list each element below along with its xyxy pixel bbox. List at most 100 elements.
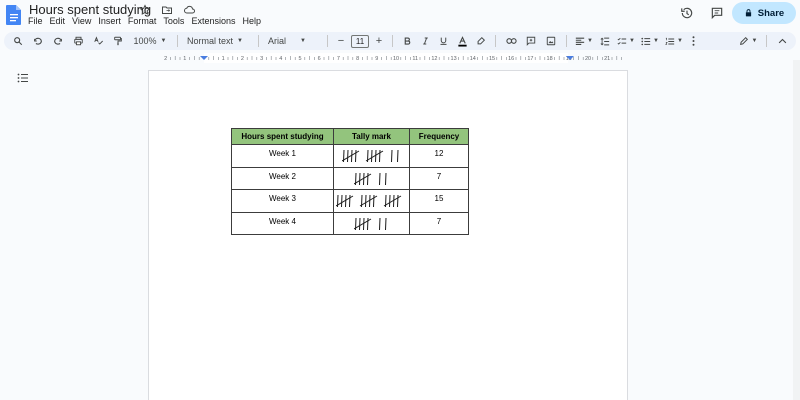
frequency-table[interactable]: Hours spent studying Tally mark Frequenc…: [231, 128, 469, 235]
text-color-icon[interactable]: [452, 33, 472, 49]
week-cell[interactable]: Week 3: [231, 189, 334, 213]
highlight-color-icon[interactable]: [472, 33, 490, 49]
ruler-number: 2: [164, 56, 167, 62]
spellcheck-icon[interactable]: [88, 33, 108, 49]
search-menus-icon[interactable]: [8, 33, 28, 49]
chevron-down-icon: ▼: [160, 38, 167, 44]
more-options-icon[interactable]: [686, 33, 700, 49]
document-page[interactable]: [148, 70, 628, 400]
tally-stroke: [396, 149, 398, 163]
share-button[interactable]: Share: [732, 2, 796, 24]
ruler-number: 13: [451, 56, 457, 62]
align-dropdown[interactable]: ▼: [572, 33, 596, 49]
document-outline-icon[interactable]: [17, 73, 29, 83]
tally-cross-stroke: [335, 195, 353, 207]
undo-icon[interactable]: [28, 33, 48, 49]
menu-help[interactable]: Help: [242, 16, 265, 26]
toolbar-divider: [566, 35, 567, 47]
zoom-dropdown[interactable]: 100% ▼: [128, 33, 172, 49]
tally-stroke: [362, 172, 364, 185]
week-cell[interactable]: Week 1: [231, 144, 334, 168]
frequency-cell[interactable]: 7: [409, 166, 469, 190]
table-row: Week 2 7: [231, 166, 469, 190]
tally-cell[interactable]: [333, 211, 410, 235]
menu-insert[interactable]: Insert: [98, 16, 125, 26]
column-header[interactable]: Hours spent studying: [231, 128, 334, 145]
toolbar-divider: [177, 35, 178, 47]
ruler-number: 12: [431, 56, 437, 62]
editing-mode-dropdown[interactable]: ▼: [735, 33, 761, 49]
tally-stroke: [378, 217, 380, 230]
paint-format-icon[interactable]: [108, 33, 128, 49]
checklist-dropdown[interactable]: ▼: [614, 33, 638, 49]
frequency-cell[interactable]: 7: [409, 211, 469, 235]
tally-stroke: [370, 149, 372, 163]
underline-icon[interactable]: [434, 33, 452, 49]
menu-edit[interactable]: Edit: [50, 16, 70, 26]
tally-cell[interactable]: [333, 189, 410, 213]
font-dropdown[interactable]: Arial ▼: [264, 33, 322, 49]
decrease-font-size-button[interactable]: −: [333, 33, 349, 49]
column-header[interactable]: Frequency: [409, 128, 469, 145]
tally-stroke: [390, 149, 392, 163]
font-size-input[interactable]: 11: [351, 34, 369, 48]
ruler-number: 9: [375, 56, 378, 62]
ruler-number: 8: [356, 56, 359, 62]
collapse-menus-icon[interactable]: [772, 33, 792, 49]
numbered-list-dropdown[interactable]: ▼: [662, 33, 686, 49]
toolbar-divider: [495, 35, 496, 47]
vertical-scrollbar[interactable]: [793, 60, 800, 400]
table-row: Week 3 15: [231, 189, 469, 213]
tally-cell[interactable]: [333, 144, 410, 168]
tally-stroke: [378, 149, 380, 163]
comments-icon[interactable]: [710, 6, 724, 20]
italic-icon[interactable]: [416, 33, 434, 49]
column-header[interactable]: Tally mark: [333, 128, 410, 145]
table-row: Week 1 12: [231, 144, 469, 168]
chevron-down-icon: ▼: [237, 38, 243, 44]
checklist-icon: [617, 37, 627, 45]
redo-icon[interactable]: [48, 33, 68, 49]
bulleted-list-dropdown[interactable]: ▼: [638, 33, 662, 49]
zoom-value: 100%: [133, 36, 157, 46]
menu-bar: File Edit View Insert Format Tools Exten…: [28, 16, 268, 26]
pencil-icon: [739, 36, 748, 45]
app-header: Hours spent studying File Edit View Inse…: [0, 0, 800, 30]
insert-link-icon[interactable]: [501, 33, 521, 49]
document-title[interactable]: Hours spent studying: [29, 2, 151, 17]
paragraph-style-dropdown[interactable]: Normal text ▼: [183, 33, 253, 49]
tally-stroke: [358, 172, 360, 185]
menu-file[interactable]: File: [28, 16, 47, 26]
frequency-cell[interactable]: 15: [409, 189, 469, 213]
insert-image-icon[interactable]: [541, 33, 561, 49]
increase-font-size-button[interactable]: +: [371, 33, 387, 49]
menu-extensions[interactable]: Extensions: [191, 16, 239, 26]
menu-tools[interactable]: Tools: [163, 16, 188, 26]
add-comment-icon[interactable]: [521, 33, 541, 49]
numbered-list-icon: [665, 37, 675, 45]
bulleted-list-icon: [641, 37, 651, 45]
tally-cell[interactable]: [333, 166, 410, 190]
line-spacing-icon[interactable]: [596, 33, 614, 49]
star-icon[interactable]: [139, 3, 153, 17]
docs-logo-icon[interactable]: [6, 4, 22, 26]
tally-stroke: [346, 149, 348, 163]
version-history-icon[interactable]: [680, 6, 694, 20]
frequency-cell[interactable]: 12: [409, 144, 469, 168]
print-icon[interactable]: [68, 33, 88, 49]
bold-icon[interactable]: [398, 33, 416, 49]
tally-stroke: [340, 194, 342, 208]
week-cell[interactable]: Week 2: [231, 166, 334, 190]
tally-stroke: [378, 172, 380, 185]
tally-stroke: [366, 217, 368, 230]
tally-stroke: [388, 194, 390, 208]
tally-stroke: [348, 194, 350, 208]
cloud-status-icon[interactable]: [183, 3, 197, 17]
move-folder-icon[interactable]: [161, 3, 175, 17]
horizontal-ruler[interactable]: 2 1 1 2 3 4 5 6 7 8 9 10 11 12 13 14 15 16 17 18 19 20 21: [148, 53, 626, 63]
menu-view[interactable]: View: [72, 16, 95, 26]
week-cell[interactable]: Week 4: [231, 211, 334, 235]
tally-stroke: [358, 217, 360, 230]
menu-format[interactable]: Format: [128, 16, 161, 26]
ruler-number: 16: [508, 56, 514, 62]
